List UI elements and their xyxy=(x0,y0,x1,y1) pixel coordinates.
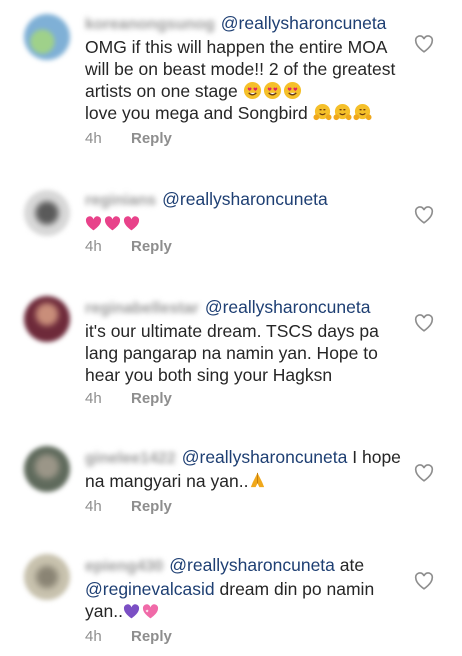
comment-time: 4h xyxy=(85,238,102,255)
like-heart-icon[interactable] xyxy=(414,464,434,482)
avatar[interactable] xyxy=(24,14,70,60)
reply-button[interactable]: Reply xyxy=(131,130,172,147)
username[interactable]: reginabellestar xyxy=(85,300,199,317)
mention-link[interactable]: @reallysharoncuneta xyxy=(205,297,371,317)
mention-link[interactable]: @reallysharoncuneta xyxy=(169,555,335,575)
heart-eyes-face-icon xyxy=(243,81,261,100)
comment-text: OMG if this will happen the entire MOA w… xyxy=(85,37,396,101)
username[interactable]: koreanongsunog xyxy=(85,16,215,33)
comment-time: 4h xyxy=(85,498,102,515)
pink-heart-icon xyxy=(104,216,121,231)
avatar[interactable] xyxy=(24,190,70,236)
mention-link[interactable]: @reallysharoncuneta xyxy=(162,189,328,209)
purple-heart-icon xyxy=(123,604,140,619)
pink-heart-icon xyxy=(85,216,102,231)
mention-link-2[interactable]: @reginevalcasid xyxy=(85,579,215,599)
sparkling-heart-icon xyxy=(142,604,159,619)
comment-time: 4h xyxy=(85,390,102,407)
username[interactable]: ginelee1422 xyxy=(85,450,176,467)
hugging-face-icon xyxy=(353,103,372,121)
like-heart-icon[interactable] xyxy=(414,572,434,590)
mention-link[interactable]: @reallysharoncuneta xyxy=(221,13,387,33)
avatar[interactable] xyxy=(24,554,70,600)
folded-hands-icon xyxy=(251,472,265,488)
like-heart-icon[interactable] xyxy=(414,314,434,332)
hugging-face-icon xyxy=(333,103,352,121)
reply-button[interactable]: Reply xyxy=(131,390,172,407)
username[interactable]: epieng430 xyxy=(85,558,163,575)
avatar[interactable] xyxy=(24,296,70,342)
comment-text: it's our ultimate dream. TSCS days pa la… xyxy=(85,321,379,385)
avatar[interactable] xyxy=(24,446,70,492)
mention-link[interactable]: @reallysharoncuneta xyxy=(182,447,348,467)
like-heart-icon[interactable] xyxy=(414,35,434,53)
heart-eyes-face-icon xyxy=(283,81,301,100)
reply-button[interactable]: Reply xyxy=(131,238,172,255)
reply-button[interactable]: Reply xyxy=(131,498,172,515)
comment-text: ate xyxy=(339,555,365,575)
hugging-face-icon xyxy=(313,103,332,121)
username[interactable]: reginians xyxy=(85,192,156,209)
comment-time: 4h xyxy=(85,130,102,147)
heart-eyes-face-icon xyxy=(263,81,281,100)
pink-heart-icon xyxy=(123,216,140,231)
like-heart-icon[interactable] xyxy=(414,206,434,224)
comment-time: 4h xyxy=(85,628,102,645)
reply-button[interactable]: Reply xyxy=(131,628,172,645)
comment-text-2: love you mega and Songbird xyxy=(85,103,308,123)
